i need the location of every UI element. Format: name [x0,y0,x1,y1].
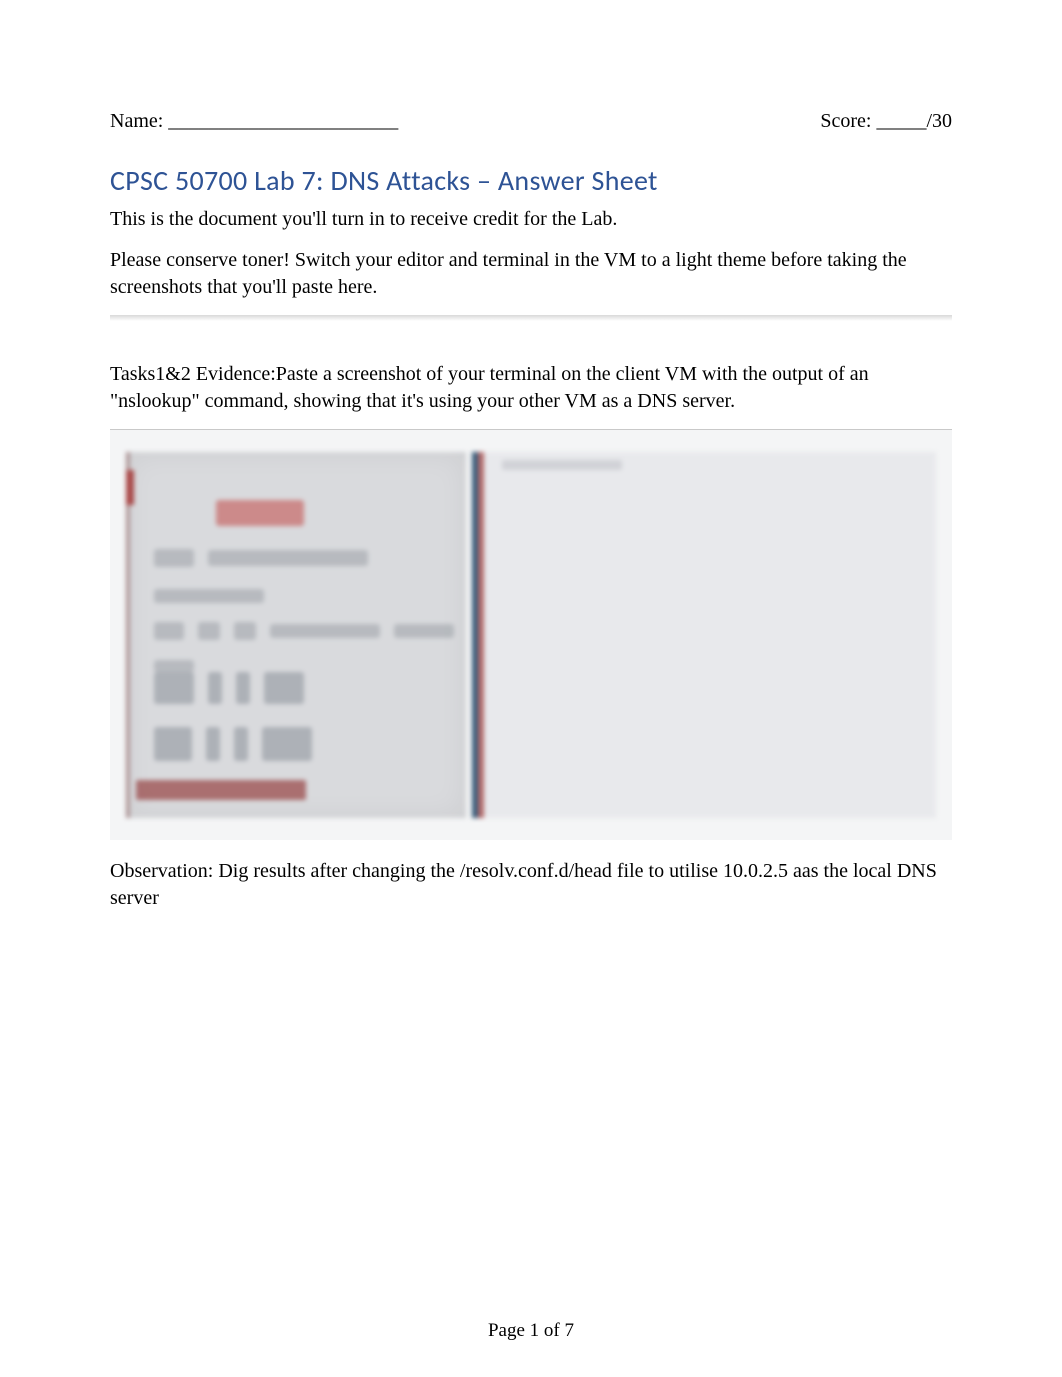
screenshot-left-pane [126,452,466,818]
page-footer: Page 1 of 7 [0,1320,1062,1342]
header-row: Name: _______________________ Score: ___… [110,110,952,133]
screenshot-right-pane [472,452,936,818]
embedded-screenshot [110,429,952,840]
intro-line-1: This is the document you'll turn in to r… [110,206,952,233]
page-title: CPSC 50700 Lab 7: DNS Attacks – Answer S… [110,163,952,198]
name-field-label: Name: _______________________ [110,110,398,133]
observation-paragraph: Observation: Dig results after changing … [110,858,952,912]
screenshot-inner [126,452,936,818]
section-divider [110,315,952,321]
intro-line-2: Please conserve toner! Switch your edito… [110,247,952,301]
task-evidence-paragraph: Tasks1&2 Evidence:Paste a screenshot of … [110,361,952,415]
observation-body: Dig results after changing the /resolv.c… [110,860,937,909]
task-evidence-label: Tasks1&2 Evidence: [110,363,276,385]
observation-label: Observation: [110,860,213,882]
document-page: Name: _______________________ Score: ___… [0,0,1062,1377]
score-field-label: Score: _____/30 [820,110,952,133]
